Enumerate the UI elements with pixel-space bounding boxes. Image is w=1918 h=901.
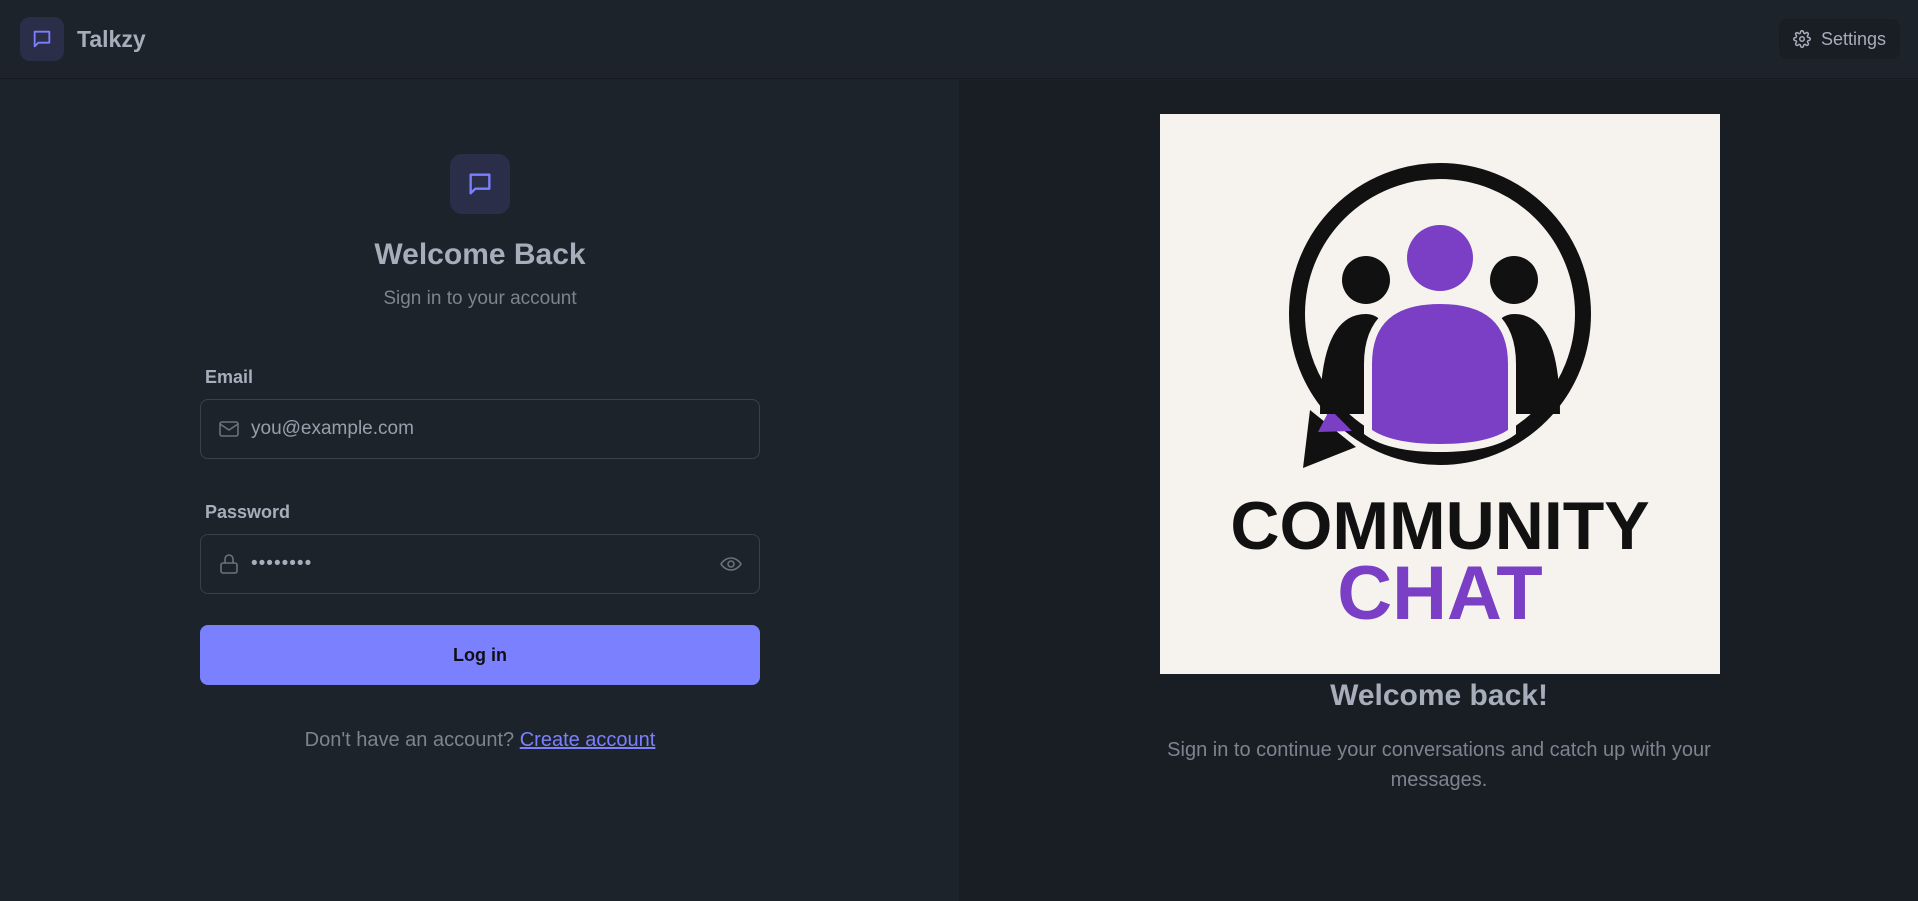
email-field-wrapper — [200, 399, 760, 459]
password-field[interactable] — [251, 553, 719, 575]
top-bar: Talkzy Settings — [0, 0, 1918, 79]
settings-button[interactable]: Settings — [1778, 19, 1900, 59]
lock-icon — [217, 552, 241, 576]
gear-icon — [1793, 30, 1811, 48]
mail-icon — [217, 417, 241, 441]
login-title: Welcome Back — [374, 238, 586, 271]
hero-panel: COMMUNITY CHAT Welcome back! Sign in to … — [959, 80, 1918, 901]
password-field-wrapper — [200, 534, 760, 594]
community-chat-logo: COMMUNITY CHAT — [1160, 114, 1720, 674]
email-field[interactable] — [251, 418, 743, 440]
login-button[interactable]: Log in — [200, 625, 760, 685]
create-account-link[interactable]: Create account — [520, 729, 656, 751]
signup-prompt: Don't have an account? — [304, 729, 515, 751]
hero-title: Welcome back! — [1330, 679, 1548, 712]
eye-icon[interactable] — [719, 552, 743, 576]
email-label: Email — [205, 367, 254, 387]
hero-text: Sign in to continue your conversations a… — [1167, 739, 1711, 791]
logo-line2: CHAT — [1337, 551, 1542, 636]
settings-label: Settings — [1820, 28, 1886, 49]
password-label: Password — [205, 502, 291, 522]
app-name: Talkzy — [77, 25, 146, 52]
login-panel: Welcome Back Sign in to your account Ema… — [0, 80, 959, 901]
signup-row: Don't have an account? Create account — [200, 729, 760, 752]
brand[interactable]: Talkzy — [20, 17, 146, 61]
chat-bubble-icon — [450, 154, 510, 214]
login-subtitle: Sign in to your account — [383, 288, 577, 309]
chat-bubble-icon — [20, 17, 64, 61]
